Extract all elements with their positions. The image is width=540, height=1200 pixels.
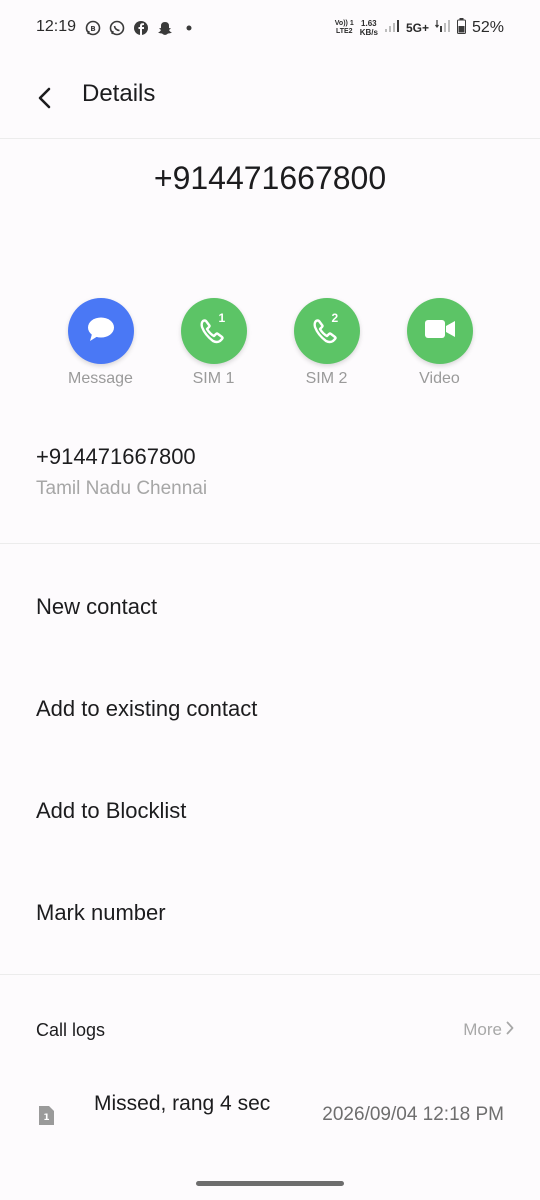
mark-number-item[interactable]: Mark number [36,900,166,926]
app-bar: Details [0,58,540,139]
call-log-datetime: 2026/09/04 12:18 PM [322,1104,504,1125]
phone-sim1-icon: 1 [197,311,231,347]
more-notifications-dot-icon [180,19,198,37]
more-label: More [463,1020,502,1039]
sim2-badge: 2 [331,311,339,325]
message-button[interactable] [67,298,134,364]
add-existing-contact-item[interactable]: Add to existing contact [36,696,257,722]
sim2-call-button[interactable]: 2 [293,298,360,364]
quick-actions: Message 1 SIM 1 2 SIM 2 Video [44,298,496,388]
back-arrow-icon[interactable] [26,78,66,118]
call-log-row[interactable]: 1 Missed, rang 4 sec 2026/09/04 12:18 PM [0,1090,540,1150]
sim-card-icon: 1 [38,1106,54,1125]
network-speed: 1.63 KB/s [359,18,378,37]
sim2-call-action[interactable]: 2 SIM 2 [270,298,383,388]
svg-text:B: B [90,25,95,33]
message-label: Message [68,370,133,387]
sim-card-number: 1 [43,1113,49,1123]
message-action[interactable]: Message [44,298,157,388]
new-contact-item[interactable]: New contact [36,594,157,620]
page-title: Details [82,80,156,107]
sim1-call-action[interactable]: 1 SIM 1 [157,298,270,388]
chevron-right-icon [506,1020,514,1040]
call-log-status: Missed, rang 4 sec [94,1092,271,1115]
whatsapp-icon [108,19,126,37]
video-label: Video [419,370,460,387]
contact-number-title: +914471667800 [153,160,387,196]
sim1-badge: 1 [218,311,226,325]
battery-icon [456,18,466,37]
battery-percent: 52% [471,18,504,36]
video-call-action[interactable]: Video [383,298,496,388]
phone-number: +914471667800 [36,444,196,469]
sim2-label: SIM 2 [305,370,348,387]
number-info[interactable]: +914471667800 Tamil Nadu Chennai [36,444,207,500]
network-type: 5G+ [405,20,429,35]
status-right-icons: Vo)) 1 LTE2 1.63 KB/s 5G+ 52% [335,18,504,37]
facebook-icon [132,19,150,37]
notification-icons: B [84,19,198,37]
divider [0,543,540,544]
phone-sim2-icon: 2 [310,311,344,347]
snapchat-icon [156,19,174,37]
video-icon [424,318,456,345]
call-logs-title: Call logs [36,1020,106,1040]
signal-sim2-icon [434,19,451,36]
home-indicator[interactable] [196,1181,344,1186]
add-to-blocklist-item[interactable]: Add to Blocklist [36,798,186,824]
volte-indicator: Vo)) 1 LTE2 [334,19,354,35]
signal-sim1-icon [384,19,400,36]
message-icon [86,315,116,348]
sim1-call-button[interactable]: 1 [180,298,247,364]
status-time: 12:19 [36,18,77,35]
whatsapp-business-icon: B [84,19,102,37]
video-call-button[interactable] [406,298,473,364]
status-bar: 12:19 B Vo)) 1 LTE2 1.63 KB/s 5G+ 52% [0,0,540,58]
sim1-label: SIM 1 [192,370,235,387]
number-location: Tamil Nadu Chennai [36,478,208,499]
more-button[interactable]: More [463,1020,514,1040]
divider [0,974,540,975]
